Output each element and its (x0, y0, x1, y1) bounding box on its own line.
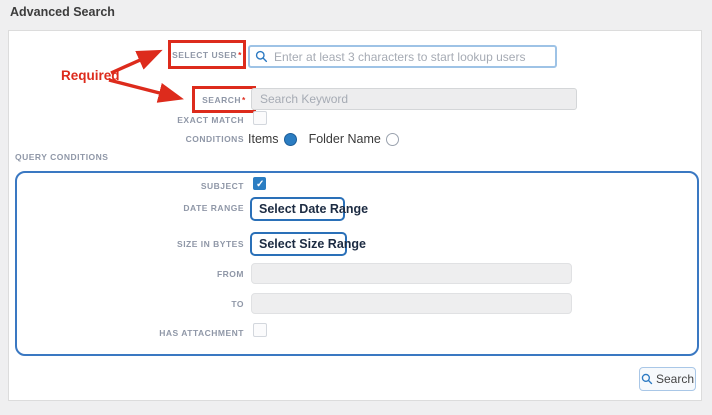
select-user-label: SELECT USER* (172, 50, 242, 60)
size-range-selected-value: Select Size Range (259, 237, 366, 251)
size-range-select[interactable]: Select Size Range (250, 232, 347, 256)
conditions-option-folder-name-label: Folder Name (309, 132, 381, 146)
search-highlight-box: SEARCH* (192, 86, 256, 113)
search-keyword-input[interactable] (251, 88, 577, 110)
has-attachment-label: HAS ATTACHMENT (9, 328, 244, 338)
size-in-bytes-label: SIZE IN BYTES (9, 239, 244, 249)
search-icon (641, 373, 653, 385)
page-title: Advanced Search (10, 5, 115, 19)
search-button[interactable]: Search (639, 367, 696, 391)
subject-label: SUBJECT (9, 181, 244, 191)
conditions-radio-group: Items Folder Name (248, 131, 399, 147)
query-conditions-label: QUERY CONDITIONS (15, 152, 108, 162)
required-asterisk: * (238, 50, 242, 60)
required-asterisk: * (242, 95, 246, 105)
to-label: TO (9, 299, 244, 309)
from-label: FROM (9, 269, 244, 279)
advanced-search-panel: Required SELECT USER* SEARCH* EXACT MATC… (8, 30, 702, 401)
search-icon (255, 50, 268, 63)
exact-match-label: EXACT MATCH (9, 115, 244, 125)
search-button-label: Search (656, 372, 694, 386)
from-input[interactable] (251, 263, 572, 284)
date-range-select[interactable]: Select Date Range (250, 197, 345, 221)
conditions-option-folder-name-radio[interactable] (386, 133, 399, 146)
exact-match-checkbox[interactable] (253, 111, 267, 125)
to-input[interactable] (251, 293, 572, 314)
has-attachment-checkbox[interactable] (253, 323, 267, 337)
conditions-option-items-radio[interactable] (284, 133, 297, 146)
date-range-label: DATE RANGE (9, 203, 244, 213)
conditions-label: CONDITIONS (9, 134, 244, 144)
search-label: SEARCH* (202, 95, 246, 105)
select-user-highlight-box: SELECT USER* (168, 40, 246, 69)
required-annotation: Required (61, 68, 120, 83)
select-user-input[interactable] (272, 46, 555, 67)
select-user-input-wrap (248, 45, 557, 68)
date-range-selected-value: Select Date Range (259, 202, 368, 216)
conditions-option-items-label: Items (248, 132, 279, 146)
subject-checkbox[interactable] (253, 177, 266, 190)
